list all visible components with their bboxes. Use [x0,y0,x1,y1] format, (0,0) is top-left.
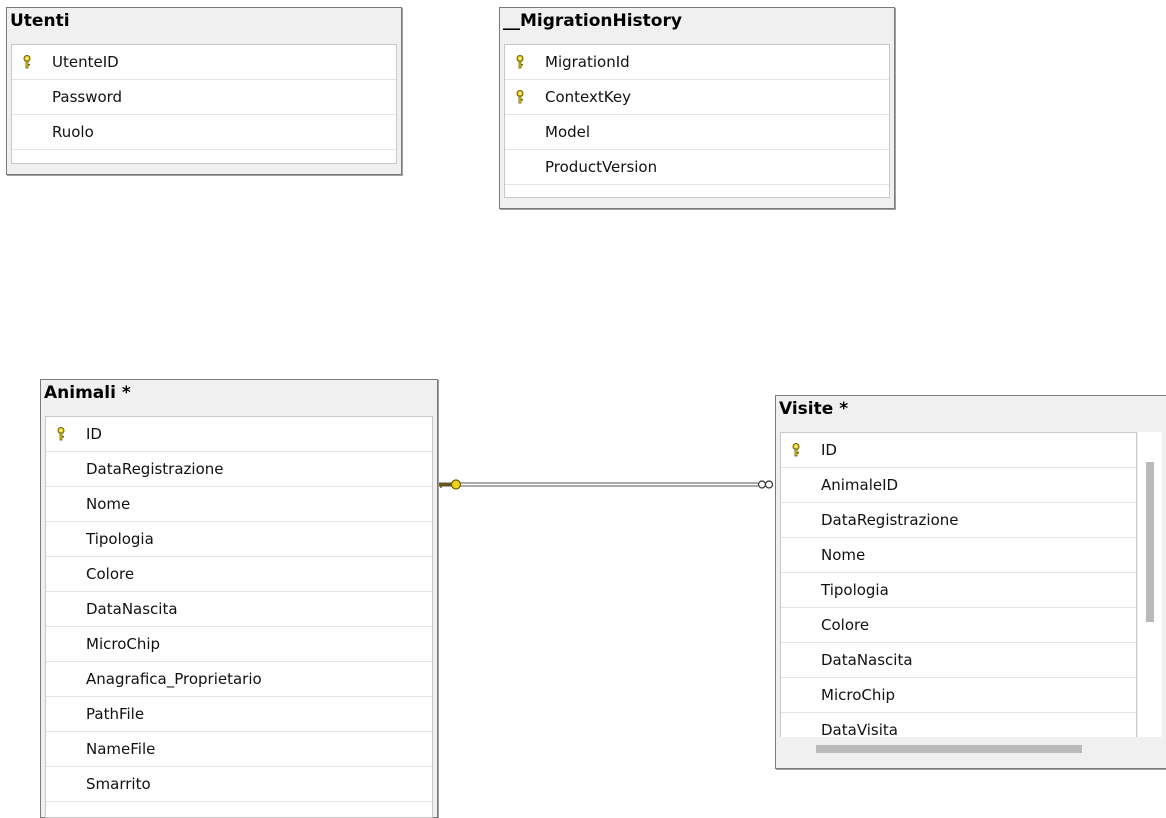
key-slot [781,608,811,642]
relationship-infinity-icon [757,480,774,489]
column-name: MigrationId [545,53,630,71]
key-slot [46,452,76,486]
column-name: Ruolo [52,123,94,141]
column-name: Password [52,88,123,106]
table-row[interactable]: DataRegistrazione [781,503,1136,538]
key-slot [781,468,811,502]
table-row[interactable]: AnimaleID [781,468,1136,503]
primary-key-icon [505,80,535,114]
column-name: ContextKey [545,88,631,106]
column-name: MicroChip [86,635,161,653]
key-slot [505,150,535,184]
table-title[interactable]: Visite * [776,396,1166,420]
table-row[interactable]: DataNascita [46,592,432,627]
table-row[interactable]: Tipologia [781,573,1136,608]
table-row[interactable]: Nome [46,487,432,522]
table-row[interactable]: DataVisita [781,713,1136,738]
table-title[interactable]: Utenti [7,8,401,32]
key-slot [781,538,811,572]
table-row[interactable]: Model [505,115,889,150]
column-name: UtenteID [52,53,119,71]
horizontal-scrollbar[interactable] [780,737,1138,761]
table-row[interactable]: Password [12,80,396,115]
key-slot [12,115,42,149]
table-row[interactable]: Colore [781,608,1136,643]
key-slot [46,522,76,556]
table-columns: ID AnimaleID DataRegistrazione Nome Tipologi… [780,432,1137,739]
table-row[interactable]: MicroChip [46,627,432,662]
key-slot [505,115,535,149]
primary-key-icon [46,417,76,451]
table-row[interactable]: NameFile [46,732,432,767]
key-slot [46,627,76,661]
column-name: DataRegistrazione [86,460,224,478]
key-slot [46,697,76,731]
table-row[interactable]: PathFile [46,697,432,732]
vertical-scrollbar[interactable] [1138,432,1162,737]
column-name: ID [86,425,102,443]
key-slot [781,678,811,712]
table-visite[interactable]: Visite * ID AnimaleID DataRegistrazione Nom… [775,395,1166,769]
vertical-scrollbar-thumb[interactable] [1146,462,1154,622]
primary-key-icon [12,45,42,79]
column-name: MicroChip [821,686,896,704]
table-row[interactable]: Colore [46,557,432,592]
key-slot [46,557,76,591]
primary-key-icon [505,45,535,79]
table-columns: UtenteID Password Ruolo [11,44,397,164]
table-columns: MigrationId ContextKey Model ProductVersion [504,44,890,198]
column-name: DataRegistrazione [821,511,959,529]
column-name: ProductVersion [545,158,658,176]
table-title[interactable]: __MigrationHistory [500,8,894,32]
key-slot [781,713,811,738]
table-row[interactable]: Nome [781,538,1136,573]
table-row[interactable]: DataRegistrazione [46,452,432,487]
column-name: Colore [86,565,135,583]
key-slot [781,573,811,607]
key-slot [46,767,76,801]
table-row[interactable]: MicroChip [781,678,1136,713]
table-title[interactable]: Animali * [41,380,437,404]
column-name: Smarrito [86,775,151,793]
horizontal-scrollbar-thumb[interactable] [816,745,1082,753]
table-migration-history[interactable]: __MigrationHistory MigrationId ContextKey… [499,7,895,209]
column-name: DataNascita [86,600,178,618]
table-row[interactable]: UtenteID [12,45,396,80]
table-row[interactable]: DataNascita [781,643,1136,678]
table-row[interactable]: MigrationId [505,45,889,80]
column-name: AnimaleID [821,476,899,494]
column-name: Model [545,123,591,141]
table-row[interactable]: ID [781,433,1136,468]
key-slot [46,487,76,521]
table-animali[interactable]: Animali * ID DataRegistrazione Nome Tipolog… [40,379,438,818]
key-slot [46,732,76,766]
column-name: PathFile [86,705,145,723]
column-name: Tipologia [86,530,154,548]
key-slot [12,80,42,114]
primary-key-icon [781,433,811,467]
table-row[interactable]: ContextKey [505,80,889,115]
table-columns: ID DataRegistrazione Nome Tipologia Colore Da… [45,416,433,818]
table-row[interactable]: ProductVersion [505,150,889,185]
table-row[interactable]: Tipologia [46,522,432,557]
key-slot [781,503,811,537]
column-name: DataNascita [821,651,913,669]
column-name: Tipologia [821,581,889,599]
table-row[interactable]: Smarrito [46,767,432,802]
column-name: Nome [86,495,131,513]
column-name: ID [821,441,837,459]
key-slot [781,643,811,677]
column-name: Nome [821,546,866,564]
table-row[interactable]: Anagrafica_Proprietario [46,662,432,697]
table-row[interactable]: ID [46,417,432,452]
key-slot [46,592,76,626]
key-slot [46,662,76,696]
column-name: Anagrafica_Proprietario [86,670,262,688]
table-row[interactable]: Ruolo [12,115,396,150]
table-utenti[interactable]: Utenti UtenteID Password Ruolo [6,7,402,175]
relationship-key-icon [438,479,462,490]
column-name: Colore [821,616,870,634]
column-name: NameFile [86,740,156,758]
